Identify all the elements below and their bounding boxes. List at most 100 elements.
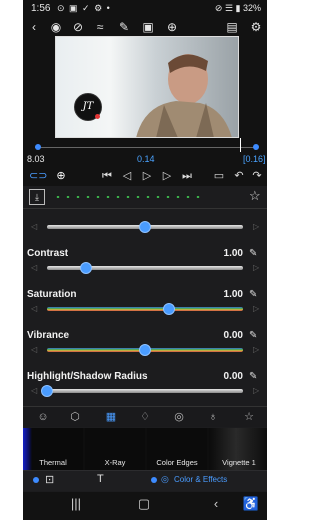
adjustment-label: Highlight/Shadow Radius <box>27 371 148 382</box>
edit-value-icon[interactable]: ✎ <box>249 371 257 382</box>
increase-arrow-icon[interactable]: ▷ <box>253 222 259 231</box>
preset-row: ⤓ ☆ <box>23 186 267 209</box>
skip-start-icon[interactable]: ⏮ <box>99 166 115 186</box>
status-icons-left: ⊙ ▣ ✓ ⚙ • <box>57 3 111 13</box>
adjustment-row: Highlight/Shadow Radius 0.00 ✎ ◁ ▷ <box>23 371 267 406</box>
increase-arrow-icon[interactable]: ▷ <box>253 386 259 395</box>
timeline-start-handle[interactable] <box>35 144 41 150</box>
adjustment-row: ◁ ▷ <box>23 209 267 250</box>
spiral-tab-icon[interactable]: ◎ <box>169 407 189 427</box>
slider-track[interactable] <box>47 266 243 270</box>
recent-apps-icon[interactable]: ||| <box>61 496 91 511</box>
slider-track[interactable] <box>47 389 243 393</box>
decrease-arrow-icon[interactable]: ◁ <box>31 386 37 395</box>
effects-tab-icon[interactable]: ▦ <box>101 407 121 427</box>
back-chevron-icon[interactable]: ‹ <box>25 18 43 36</box>
decrease-arrow-icon[interactable]: ◁ <box>31 263 37 272</box>
accessibility-icon[interactable]: ♿ <box>241 496 261 512</box>
favorite-star-icon[interactable]: ☆ <box>249 188 261 204</box>
edit-value-icon[interactable]: ✎ <box>249 330 257 341</box>
effect-thumbnail[interactable]: Color Edges <box>147 428 207 470</box>
effects-strip: Thermal X-Ray Color Edges Vignette 1 <box>23 428 267 470</box>
add-keyframe-icon[interactable]: ⊕ <box>53 166 69 186</box>
preview-area: JT <box>23 36 267 142</box>
decrease-arrow-icon[interactable]: ◁ <box>31 304 37 313</box>
bottom-toolbar: ⊡ T ◎ Color & Effects <box>23 470 267 491</box>
top-toolbar: ‹ ◉ ⊘ ≈ ✎ ▣ ⊕ ▤ ⚙ <box>23 18 267 36</box>
slider-knob[interactable] <box>139 221 151 233</box>
edit-value-icon[interactable]: ✎ <box>249 289 257 300</box>
status-time: 1:56 <box>31 3 51 14</box>
step-back-icon[interactable]: ◁ <box>119 166 135 186</box>
effect-thumbnail[interactable]: Thermal <box>23 428 83 470</box>
decrease-arrow-icon[interactable]: ◁ <box>31 222 37 231</box>
drop-tab-icon[interactable]: ♢ <box>135 407 155 427</box>
undo-icon[interactable]: ↶ <box>231 166 247 186</box>
preview-image[interactable]: JT <box>55 36 239 138</box>
decrease-arrow-icon[interactable]: ◁ <box>31 345 37 354</box>
slider-knob[interactable] <box>139 344 151 356</box>
zoom-icon[interactable]: ⊕ <box>163 18 181 36</box>
effect-thumbnail[interactable]: Vignette 1 <box>209 428 267 470</box>
text-tool-icon[interactable]: T <box>97 473 104 485</box>
redo-icon[interactable]: ↷ <box>249 166 265 186</box>
effect-label: X-Ray <box>104 458 126 467</box>
playback-controls: ⊂⊃ ⊕ ⏮ ◁ ▷ ▷ ⏭ ▭ ↶ ↷ <box>23 166 267 186</box>
effect-label: Thermal <box>39 458 67 467</box>
effect-thumbnail[interactable]: X-Ray <box>85 428 145 470</box>
edit-value-icon[interactable]: ✎ <box>249 248 257 259</box>
home-icon[interactable]: ▢ <box>129 496 159 512</box>
status-icons-right: ⊘ ☰ ▮ 32% <box>214 3 261 13</box>
save-preset-icon[interactable]: ⤓ <box>29 189 45 205</box>
slider-track[interactable] <box>47 307 243 311</box>
cube-tab-icon[interactable]: ⬡ <box>65 407 85 427</box>
settings-icon[interactable]: ⚙ <box>247 18 265 36</box>
adjustment-label: Saturation <box>27 289 77 300</box>
effects-circle-icon[interactable]: ◎ <box>161 474 169 485</box>
adjustment-value: 0.00 <box>223 371 243 382</box>
watermark-logo: JT <box>74 93 102 121</box>
skip-end-icon[interactable]: ⏭ <box>179 166 195 186</box>
eye-icon[interactable]: ◉ <box>47 18 65 36</box>
adjustment-value: 0.00 <box>223 330 243 341</box>
back-icon[interactable]: ‹ <box>201 496 231 511</box>
slider-knob[interactable] <box>162 303 175 315</box>
play-icon[interactable]: ▷ <box>139 166 155 186</box>
step-forward-icon[interactable]: ▷ <box>159 166 175 186</box>
person-photo <box>136 54 232 137</box>
system-nav-bar: ||| ▢ ‹ ♿ <box>23 492 267 520</box>
loop-toggle-icon[interactable]: ⊂⊃ <box>29 166 47 186</box>
palette-tab-icon[interactable]: ☺ <box>33 407 53 427</box>
preset-dots <box>53 196 203 198</box>
adjustment-row: Contrast 1.00 ✎ ◁ ▷ <box>23 248 267 291</box>
adjustment-label: Vibrance <box>27 330 70 341</box>
phone-screen: 1:56 ⊙ ▣ ✓ ⚙ • ⊘ ☰ ▮ 32% ‹ ◉ ⊘ ≈ ✎ ▣ ⊕ ▤… <box>23 0 267 520</box>
adjustment-row: Vibrance 0.00 ✎ ◁ ▷ <box>23 330 267 373</box>
wave-icon[interactable]: ≈ <box>91 18 109 36</box>
increase-arrow-icon[interactable]: ▷ <box>253 345 259 354</box>
adjustment-label: Contrast <box>27 248 69 259</box>
category-tabbar: ☺ ⬡ ▦ ♢ ◎ ♁ ☆ <box>23 406 267 427</box>
adjustment-row: Saturation 1.00 ✎ ◁ ▷ <box>23 289 267 332</box>
active-category-label[interactable]: Color & Effects <box>174 475 227 484</box>
eye-slash-icon[interactable]: ⊘ <box>69 18 87 36</box>
film-icon[interactable]: ▤ <box>223 18 241 36</box>
indicator-dot <box>33 477 39 483</box>
increase-arrow-icon[interactable]: ▷ <box>253 263 259 272</box>
timeline-current-time: 0.14 <box>137 154 155 164</box>
light-tab-icon[interactable]: ♁ <box>203 407 223 427</box>
effect-label: Color Edges <box>156 458 198 467</box>
edit-icon[interactable]: ✎ <box>115 18 133 36</box>
timeline-start-time: 8.03 <box>27 154 45 164</box>
star-tab-icon[interactable]: ☆ <box>239 407 259 427</box>
slider-knob[interactable] <box>41 385 53 397</box>
timeline[interactable]: 8.03 0.14 [0.16] <box>23 138 267 166</box>
crop-icon[interactable]: ▣ <box>139 18 157 36</box>
increase-arrow-icon[interactable]: ▷ <box>253 304 259 313</box>
frame-icon[interactable]: ⊡ <box>45 473 54 486</box>
cast-icon[interactable]: ▭ <box>211 166 227 186</box>
timeline-track[interactable] <box>35 147 257 148</box>
slider-knob[interactable] <box>80 262 93 274</box>
timeline-playhead[interactable] <box>240 138 241 152</box>
timeline-end-handle[interactable] <box>253 144 259 150</box>
